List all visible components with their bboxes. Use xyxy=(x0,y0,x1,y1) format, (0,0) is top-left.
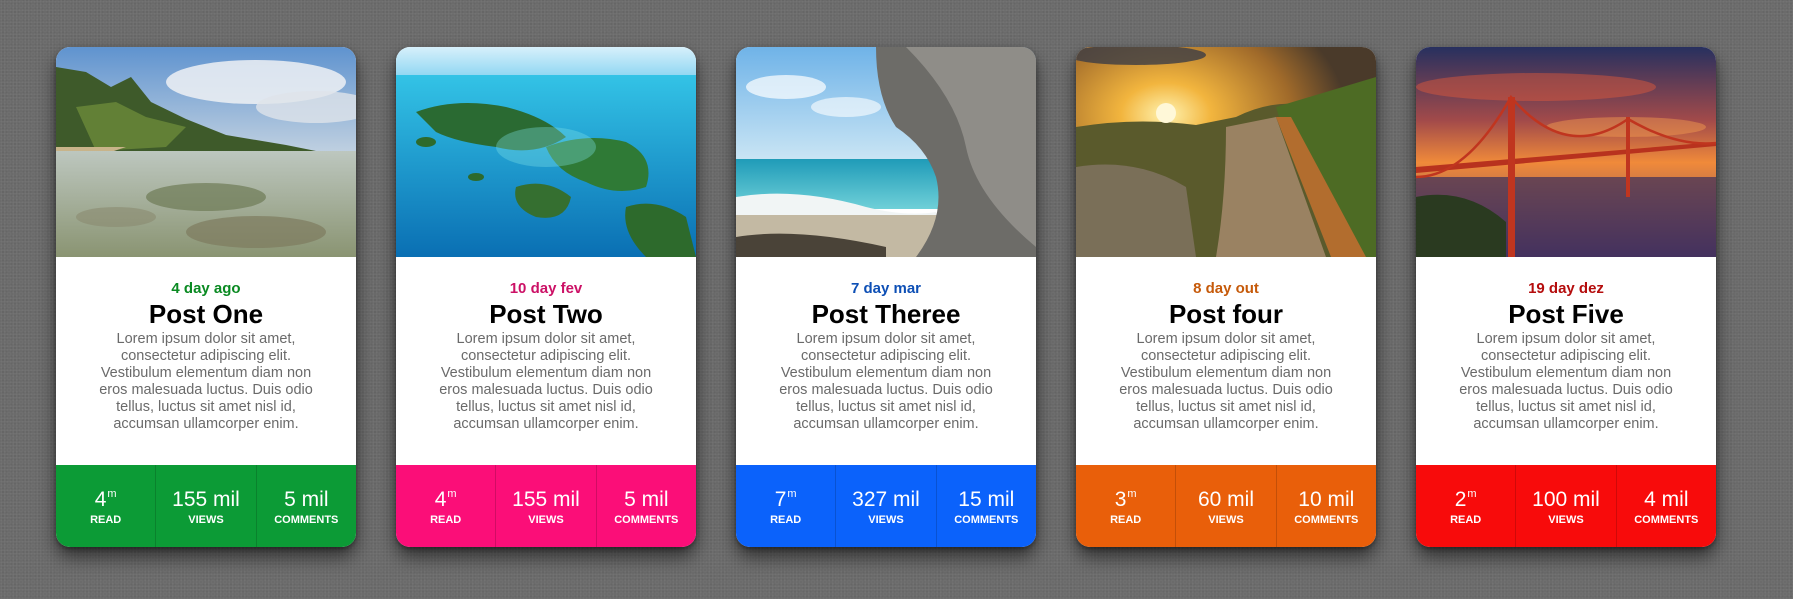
post-excerpt: Lorem ipsum dolor sit amet, consectetur … xyxy=(1119,331,1333,432)
stat-views-label: VIEWS xyxy=(528,514,564,526)
stat-views-label: VIEWS xyxy=(868,514,904,526)
post-body: 8 day out Post four Lorem ipsum dolor si… xyxy=(1076,257,1376,465)
stat-views: 100 mil VIEWS xyxy=(1515,465,1615,547)
stat-views: 155 mil VIEWS xyxy=(155,465,255,547)
stat-views: 60 mil VIEWS xyxy=(1175,465,1275,547)
stat-views-label: VIEWS xyxy=(1548,514,1584,526)
post-image[interactable] xyxy=(736,47,1036,257)
post-title[interactable]: Post four xyxy=(1076,299,1376,329)
post-excerpt: Lorem ipsum dolor sit amet, consectetur … xyxy=(779,331,993,432)
stat-views: 327 mil VIEWS xyxy=(835,465,935,547)
stat-views-label: VIEWS xyxy=(188,514,224,526)
stat-read-unit: m xyxy=(787,488,797,500)
post-image[interactable] xyxy=(396,47,696,257)
stat-read-unit: m xyxy=(107,488,117,500)
post-date: 7 day mar xyxy=(850,280,922,297)
post-title[interactable]: Post Two xyxy=(396,299,696,329)
stat-read: 3m READ xyxy=(1076,465,1175,547)
stat-read-value: 4 xyxy=(434,488,447,511)
stat-comments-value: 5 mil xyxy=(284,488,329,511)
stat-views-value: 60 mil xyxy=(1197,488,1254,511)
post-body: 10 day fev Post Two Lorem ipsum dolor si… xyxy=(396,257,696,465)
post-date: 8 day out xyxy=(1193,280,1259,297)
stat-read-unit: m xyxy=(447,488,457,500)
post-title[interactable]: Post Five xyxy=(1416,299,1716,329)
stat-read-value: 4 xyxy=(94,488,107,511)
post-image[interactable] xyxy=(1076,47,1376,257)
stat-comments-label: COMMENTS xyxy=(954,514,1019,526)
post-image[interactable] xyxy=(56,47,356,257)
post-excerpt: Lorem ipsum dolor sit amet, consectetur … xyxy=(1459,331,1673,432)
stat-comments-value: 5 mil xyxy=(624,488,669,511)
stat-read: 7m READ xyxy=(736,465,835,547)
stat-read-value: 7 xyxy=(774,488,787,511)
post-stats: 3m READ 60 mil VIEWS 10 mil COMMENTS xyxy=(1076,465,1376,547)
post-stats: 2m READ 100 mil VIEWS 4 mil COMMENTS xyxy=(1416,465,1716,547)
stat-views-value: 155 mil xyxy=(512,488,580,511)
stat-comments: 4 mil COMMENTS xyxy=(1615,465,1716,547)
stat-views: 155 mil VIEWS xyxy=(495,465,595,547)
post-stats: 4m READ 155 mil VIEWS 5 mil COMMENTS xyxy=(56,465,356,547)
stat-views-value: 327 mil xyxy=(852,488,920,511)
post-cards: 4 day ago Post One Lorem ipsum dolor sit… xyxy=(56,47,1716,547)
stat-views-label: VIEWS xyxy=(1208,514,1244,526)
post-stats: 7m READ 327 mil VIEWS 15 mil COMMENTS xyxy=(736,465,1036,547)
post-title[interactable]: Post Theree xyxy=(736,299,1036,329)
stat-read-value: 2 xyxy=(1454,488,1467,511)
post-card[interactable]: 4 day ago Post One Lorem ipsum dolor sit… xyxy=(56,47,356,547)
post-excerpt: Lorem ipsum dolor sit amet, consectetur … xyxy=(439,331,653,432)
post-excerpt: Lorem ipsum dolor sit amet, consectetur … xyxy=(99,331,313,432)
post-body: 7 day mar Post Theree Lorem ipsum dolor … xyxy=(736,257,1036,465)
stat-read: 2m READ xyxy=(1416,465,1515,547)
stat-read-value: 3 xyxy=(1114,488,1127,511)
post-card[interactable]: 8 day out Post four Lorem ipsum dolor si… xyxy=(1076,47,1376,547)
stat-views-value: 100 mil xyxy=(1532,488,1600,511)
post-date: 10 day fev xyxy=(509,280,583,297)
stat-views-value: 155 mil xyxy=(172,488,240,511)
post-card[interactable]: 10 day fev Post Two Lorem ipsum dolor si… xyxy=(396,47,696,547)
stat-comments-label: COMMENTS xyxy=(1294,514,1359,526)
stat-comments-value: 10 mil xyxy=(1298,488,1355,511)
stat-comments-label: COMMENTS xyxy=(1634,514,1699,526)
post-date: 4 day ago xyxy=(171,280,241,297)
stat-read-unit: m xyxy=(1467,488,1477,500)
stat-read: 4m READ xyxy=(396,465,495,547)
stat-read-label: READ xyxy=(90,514,122,526)
stat-read-unit: m xyxy=(1127,488,1137,500)
stat-comments: 5 mil COMMENTS xyxy=(595,465,696,547)
post-card[interactable]: 7 day mar Post Theree Lorem ipsum dolor … xyxy=(736,47,1036,547)
stat-comments-value: 4 mil xyxy=(1644,488,1689,511)
stat-comments: 10 mil COMMENTS xyxy=(1275,465,1376,547)
stat-read-label: READ xyxy=(1110,514,1142,526)
stat-comments-label: COMMENTS xyxy=(274,514,339,526)
post-body: 4 day ago Post One Lorem ipsum dolor sit… xyxy=(56,257,356,465)
post-image[interactable] xyxy=(1416,47,1716,257)
post-body: 19 day dez Post Five Lorem ipsum dolor s… xyxy=(1416,257,1716,465)
stat-read: 4m READ xyxy=(56,465,155,547)
post-card[interactable]: 19 day dez Post Five Lorem ipsum dolor s… xyxy=(1416,47,1716,547)
post-title[interactable]: Post One xyxy=(56,299,356,329)
post-date: 19 day dez xyxy=(1528,280,1604,297)
post-stats: 4m READ 155 mil VIEWS 5 mil COMMENTS xyxy=(396,465,696,547)
stat-comments: 15 mil COMMENTS xyxy=(935,465,1036,547)
stat-read-label: READ xyxy=(430,514,462,526)
stat-comments: 5 mil COMMENTS xyxy=(255,465,356,547)
stat-read-label: READ xyxy=(1450,514,1482,526)
stat-comments-label: COMMENTS xyxy=(614,514,679,526)
stat-read-label: READ xyxy=(770,514,802,526)
stat-comments-value: 15 mil xyxy=(958,488,1015,511)
